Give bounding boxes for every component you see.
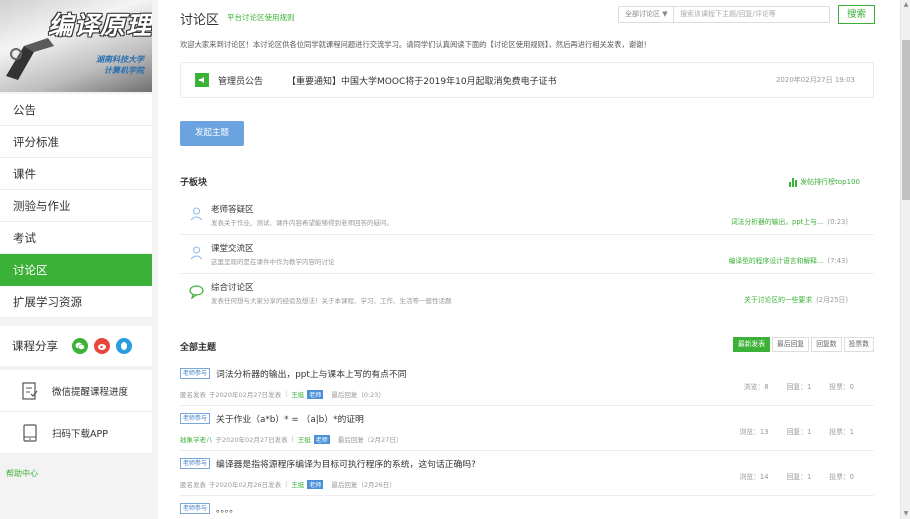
page-title: 讨论区 (180, 13, 220, 28)
nav-item-extended-resources[interactable]: 扩展学习资源 (0, 286, 152, 318)
tab-latest-posted[interactable]: 最新发表 (732, 337, 771, 352)
wechat-reminder-label: 微信提醒课程进度 (52, 386, 129, 398)
admin-notice[interactable]: 管理员公告 【重要通知】中国大学MOOC将于2019年10月起取消免费电子证书 … (180, 62, 874, 98)
board-latest[interactable]: 编译型的程序设计语言和解释... (7:43) (729, 255, 848, 265)
notice-text[interactable]: 【重要通知】中国大学MOOC将于2019年10月起取消免费电子证书 (287, 74, 557, 87)
topic-stats: 浏览：14 回复：1 投票：0 (739, 473, 854, 481)
person-icon (190, 246, 203, 260)
bar-chart-icon (789, 177, 798, 187)
course-nav: 公告 评分标准 课件 测验与作业 考试 讨论区 扩展学习资源 (0, 94, 152, 318)
topics-title: 全部主题 (180, 343, 217, 353)
share-label: 课程分享 (12, 339, 58, 353)
nav-item-quiz-homework[interactable]: 测验与作业 (0, 190, 152, 222)
topic-row[interactable]: 老师参与 编译器是指将源程序编译为目标可执行程序的系统，这句话正确吗? 匿名发表… (180, 451, 874, 496)
tab-last-reply[interactable]: 最后回复 (772, 337, 810, 352)
download-app-label: 扫码下载APP (52, 428, 108, 440)
qq-icon[interactable] (116, 338, 132, 354)
chat-bubble-icon (189, 285, 204, 299)
board-name[interactable]: 综合讨论区 (211, 281, 254, 293)
topic-list: 老师参与 词法分析器的输出，ppt上与课本上写的有点不同 匿名发表 于2020年… (180, 361, 874, 519)
course-title: 编译原理 (48, 11, 152, 40)
nav-item-grading[interactable]: 评分标准 (0, 126, 152, 158)
topic-row[interactable]: 老师参与 关于作业（a*b）* = （a|b）*的证明 拙象学老八 于2020年… (180, 406, 874, 451)
rules-link[interactable]: 平台讨论区使用规则 (227, 12, 295, 23)
board-filter-select[interactable]: 全部讨论区 ▼ (618, 6, 674, 23)
board-item[interactable]: 综合讨论区 发表任何想与大家分享的经验及想法！关于本课程、学习、工作、生活等一般… (180, 274, 874, 313)
topic-meta: 匿名发表 于2020年02月26日发表 | 王挺 老师 最后回复（2月26日） (180, 479, 396, 489)
tab-reply-count[interactable]: 回复数 (811, 337, 842, 352)
help-center-link[interactable]: 帮助中心 (6, 468, 38, 479)
search-input[interactable]: 搜索该课程下主题/回复/评论等 (674, 6, 830, 23)
topic-title[interactable]: 。。。。 (216, 502, 238, 515)
board-item[interactable]: 老师答疑区 发表关于作业、测试、课件内容希望能够得到老师回答的疑问。 词法分析器… (180, 196, 874, 235)
sidebar-tools: 微信提醒课程进度 扫码下载APP (0, 370, 152, 454)
ranking-link[interactable]: 发帖排行榜top100 (789, 177, 860, 187)
nav-item-courseware[interactable]: 课件 (0, 158, 152, 190)
board-desc: 发表关于作业、测试、课件内容希望能够得到老师回答的疑问。 (211, 219, 393, 227)
board-latest[interactable]: 关于讨论区的一些要求 (2月25日) (744, 294, 848, 304)
page-scrollbar[interactable]: ▲ ▼ (900, 0, 910, 519)
board-name[interactable]: 老师答疑区 (211, 203, 254, 215)
phone-icon (23, 423, 37, 442)
scrollbar-thumb[interactable] (902, 40, 910, 200)
teacher-badge: 老师参与 (180, 503, 211, 514)
download-app-button[interactable]: 扫码下载APP (0, 412, 152, 454)
person-icon (190, 207, 203, 221)
wechat-icon[interactable] (72, 338, 88, 354)
teacher-badge: 老师参与 (180, 368, 211, 379)
topic-row[interactable]: 老师参与 。。。。 (180, 496, 874, 519)
nav-item-exam[interactable]: 考试 (0, 222, 152, 254)
topic-row[interactable]: 老师参与 词法分析器的输出，ppt上与课本上写的有点不同 匿名发表 于2020年… (180, 361, 874, 406)
board-latest[interactable]: 词法分析器的输出，ppt上与... (0:23) (731, 216, 848, 226)
wechat-reminder-button[interactable]: 微信提醒课程进度 (0, 370, 152, 412)
board-item[interactable]: 课堂交流区 这里呈现的是在课件中作为教学内容的讨论 编译型的程序设计语言和解释.… (180, 235, 874, 274)
weibo-icon[interactable] (94, 338, 110, 354)
topic-meta: 拙象学老八 于2020年02月27日发表 | 王挺 老师 最后回复（2月27日） (180, 434, 403, 444)
scroll-down-icon[interactable]: ▼ (901, 509, 910, 519)
topic-stats: 浏览：13 回复：1 投票：1 (739, 428, 854, 436)
main-content: 讨论区 平台讨论区使用规则 全部讨论区 ▼ 搜索该课程下主题/回复/评论等 搜索… (158, 0, 900, 519)
board-desc: 这里呈现的是在课件中作为教学内容的讨论 (211, 258, 335, 266)
board-name[interactable]: 课堂交流区 (211, 242, 254, 254)
course-banner[interactable]: 编译原理 湖南科技大学 计算机学院 (0, 0, 152, 92)
tab-vote-count[interactable]: 投票数 (843, 337, 874, 352)
topic-title[interactable]: 编译器是指将源程序编译为目标可执行程序的系统，这句话正确吗? (216, 457, 476, 470)
topic-title[interactable]: 词法分析器的输出，ppt上与课本上写的有点不同 (216, 367, 407, 380)
reminder-icon (22, 381, 38, 400)
nav-item-announcement[interactable]: 公告 (0, 94, 152, 126)
new-topic-button[interactable]: 发起主题 (180, 121, 244, 146)
topic-stats: 浏览：8 回复：1 投票：0 (743, 383, 854, 391)
teacher-badge: 老师参与 (180, 458, 211, 469)
welcome-text: 欢迎大家来到讨论区！本讨论区供各位同学就课程问题进行交流学习。请同学们认真阅读下… (180, 40, 651, 49)
boards-title: 子板块 (180, 178, 208, 188)
course-subtitle: 湖南科技大学 计算机学院 (96, 55, 144, 75)
topic-title[interactable]: 关于作业（a*b）* = （a|b）*的证明 (216, 412, 364, 425)
scroll-up-icon[interactable]: ▲ (901, 0, 910, 10)
teacher-badge: 老师参与 (180, 413, 211, 424)
sort-tabs: 最新发表 最后回复 回复数 投票数 (731, 337, 874, 352)
sidebar: 编译原理 湖南科技大学 计算机学院 公告 评分标准 课件 测验与作业 考试 讨论… (0, 0, 152, 519)
board-desc: 发表任何想与大家分享的经验及想法！关于本课程、学习、工作、生活等一般性话题 (211, 297, 452, 305)
notice-tag: 管理员公告 (218, 76, 264, 87)
announcement-icon (195, 73, 209, 87)
banner-decoration-icon (6, 38, 54, 80)
course-share: 课程分享 (0, 326, 152, 366)
notice-time: 2020年02月27日 19:03 (775, 76, 855, 84)
board-list: 老师答疑区 发表关于作业、测试、课件内容希望能够得到老师回答的疑问。 词法分析器… (180, 196, 874, 313)
topic-meta: 匿名发表 于2020年02月27日发表 | 王挺 老师 最后回复（0:23） (180, 389, 385, 399)
search-button[interactable]: 搜索 (838, 5, 875, 24)
nav-item-discussion[interactable]: 讨论区 (0, 254, 152, 286)
